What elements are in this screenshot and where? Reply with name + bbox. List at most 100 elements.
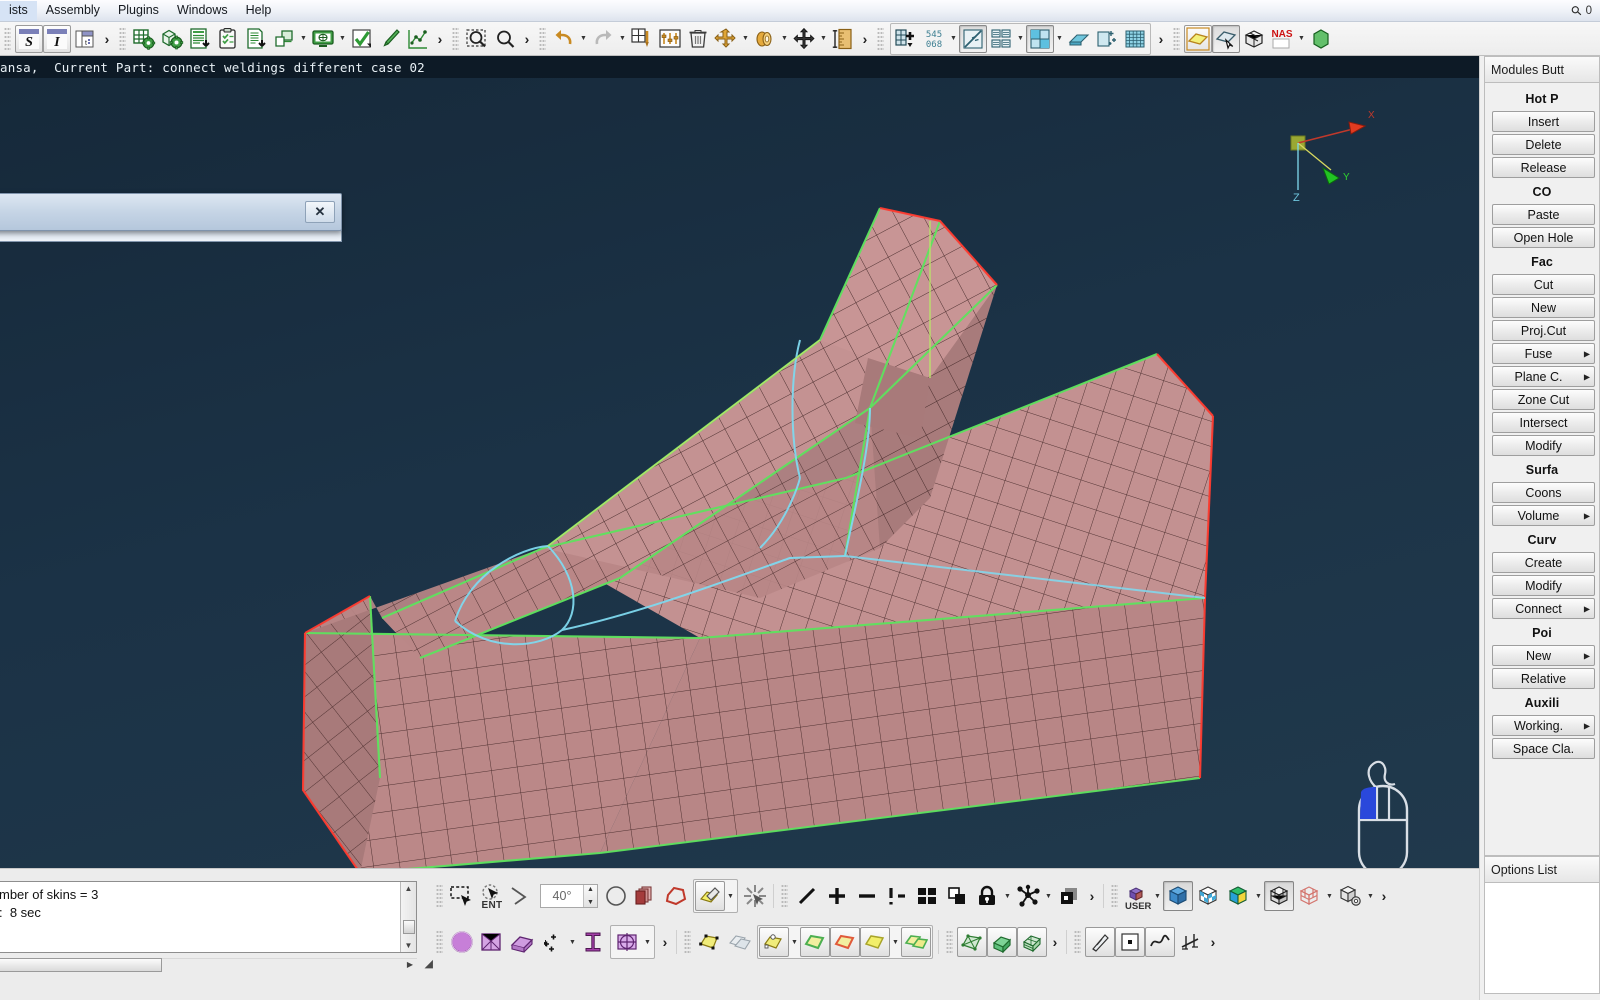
- console-hscroll-track[interactable]: ▶: [162, 958, 417, 972]
- move-dropdown-arrow[interactable]: ▼: [740, 26, 751, 52]
- spinner-up-icon[interactable]: ▲: [587, 885, 594, 894]
- bottom-grip-7[interactable]: [1074, 930, 1081, 954]
- polygon-select-icon[interactable]: [661, 881, 691, 911]
- zoom-window-icon[interactable]: [463, 25, 491, 53]
- paint-brush-icon[interactable]: [376, 25, 404, 53]
- mesh-settings-icon[interactable]: [130, 25, 158, 53]
- bold-s-button[interactable]: S: [15, 24, 43, 53]
- section-cut-icon[interactable]: [612, 927, 642, 957]
- geometry-settings-icon[interactable]: [158, 25, 186, 53]
- nodes-icon[interactable]: [1013, 881, 1043, 911]
- toolbar-grip-2[interactable]: [119, 26, 126, 51]
- hotpoint-insert-button[interactable]: Insert: [1492, 111, 1595, 132]
- options-list-body[interactable]: [1484, 882, 1600, 994]
- toolbar-overflow-3[interactable]: ›: [519, 31, 535, 47]
- cons-paste-button[interactable]: Paste: [1492, 204, 1595, 225]
- translate-dropdown-arrow[interactable]: ▼: [818, 26, 829, 52]
- copy-part-icon[interactable]: [270, 25, 298, 53]
- measure-icon[interactable]: [829, 25, 857, 53]
- hscroll-right-icon[interactable]: ▶: [407, 960, 413, 969]
- curves-connect-button[interactable]: Connect ▶: [1492, 598, 1595, 619]
- wireframe-cube-icon[interactable]: [1240, 25, 1268, 53]
- solid-mesh-icon[interactable]: [987, 927, 1017, 957]
- minus-icon[interactable]: [852, 881, 882, 911]
- toolbar-overflow-1[interactable]: ›: [99, 31, 115, 47]
- toolbar-grip[interactable]: [4, 26, 11, 51]
- scroll-down-icon[interactable]: ▼: [405, 939, 413, 952]
- sphere-icon[interactable]: [447, 927, 477, 957]
- hotpoint-delete-button[interactable]: Delete: [1492, 134, 1595, 155]
- pencil-measure-icon[interactable]: [1085, 927, 1115, 957]
- element-count-icon[interactable]: 545 068: [920, 25, 948, 53]
- undo-dropdown-arrow[interactable]: ▼: [578, 26, 589, 52]
- cube-settings-icon[interactable]: [1335, 881, 1365, 911]
- curves-modify-button[interactable]: Modify: [1492, 575, 1595, 596]
- toolbar-overflow-2[interactable]: ›: [432, 31, 448, 47]
- aux-space-claim-button[interactable]: Space Cla.: [1492, 738, 1595, 759]
- checker-cube-icon[interactable]: [1193, 881, 1223, 911]
- spinner-down-icon[interactable]: ▼: [587, 898, 594, 907]
- report-export-icon[interactable]: [186, 25, 214, 53]
- toolbar-overflow-5[interactable]: ›: [1153, 31, 1169, 47]
- undo-icon[interactable]: [550, 25, 578, 53]
- lock-dropdown-arrow[interactable]: ▼: [1002, 883, 1013, 909]
- bottom-grip-5[interactable]: [684, 930, 691, 954]
- delete-trash-icon[interactable]: [684, 25, 712, 53]
- redo-icon[interactable]: [589, 25, 617, 53]
- element-count-dropdown-arrow[interactable]: ▼: [948, 26, 959, 52]
- move-points-dropdown-arrow[interactable]: ▼: [567, 929, 578, 955]
- toolbar-grip-3[interactable]: [452, 26, 459, 51]
- options-list-tab[interactable]: Options List: [1484, 856, 1600, 882]
- red-wireframe-dropdown-arrow[interactable]: ▼: [1324, 883, 1335, 909]
- curves-create-button[interactable]: Create: [1492, 552, 1595, 573]
- layers-icon[interactable]: [1054, 881, 1084, 911]
- pick-surface-icon[interactable]: [1212, 24, 1240, 53]
- hotpoint-face-dropdown-arrow[interactable]: ▼: [789, 929, 800, 955]
- faces-fuse-button[interactable]: Fuse ▶: [1492, 343, 1595, 364]
- add-node-icon[interactable]: [892, 25, 920, 53]
- section-cut-dropdown-arrow[interactable]: ▼: [642, 929, 653, 955]
- points-relative-button[interactable]: Relative: [1492, 668, 1595, 689]
- user-view-icon[interactable]: USER: [1122, 881, 1152, 912]
- box-select-icon[interactable]: [631, 881, 661, 911]
- quad-split-dropdown-arrow[interactable]: ▼: [1054, 26, 1065, 52]
- colored-cube-dropdown-arrow[interactable]: ▼: [1253, 883, 1264, 909]
- prism-icon[interactable]: [507, 927, 537, 957]
- group-icon[interactable]: [942, 881, 972, 911]
- page-layout-button[interactable]: t: [71, 25, 99, 53]
- checkmark-icon[interactable]: [348, 25, 376, 53]
- faces-cut-button[interactable]: Cut: [1492, 274, 1595, 295]
- box-geometry-icon[interactable]: [477, 927, 507, 957]
- mesh-edit-icon[interactable]: [628, 25, 656, 53]
- hotpoint-release-button[interactable]: Release: [1492, 157, 1595, 178]
- rectangle-select-icon[interactable]: [447, 881, 477, 911]
- scroll-up-icon[interactable]: ▲: [405, 882, 413, 895]
- move-icon[interactable]: [712, 25, 740, 53]
- green-face-icon[interactable]: [800, 927, 830, 957]
- red-face-icon[interactable]: [830, 927, 860, 957]
- surfaces-volume-button[interactable]: Volume ▶: [1492, 505, 1595, 526]
- point-square-icon[interactable]: [1115, 927, 1145, 957]
- bottom-grip-3[interactable]: [1111, 884, 1118, 908]
- circle-select-icon[interactable]: [601, 881, 631, 911]
- close-icon[interactable]: ✕: [305, 201, 335, 223]
- graph-icon[interactable]: [404, 25, 432, 53]
- bottom-overflow-3[interactable]: ›: [657, 934, 673, 950]
- nodes-dropdown-arrow[interactable]: ▼: [1043, 883, 1054, 909]
- cons-open-hole-button[interactable]: Open Hole: [1492, 227, 1595, 248]
- monitor-session-icon[interactable]: [309, 25, 337, 53]
- bottom-overflow-2[interactable]: ›: [1376, 888, 1392, 904]
- ghost-faces-icon[interactable]: [725, 927, 755, 957]
- curve-icon[interactable]: [1145, 927, 1175, 957]
- menu-item-lists[interactable]: ists: [0, 0, 37, 21]
- lock-icon[interactable]: [972, 881, 1002, 911]
- toolbar-overflow-4[interactable]: ›: [857, 31, 873, 47]
- scroll-thumb[interactable]: [403, 920, 415, 934]
- bottom-grip-4[interactable]: [436, 930, 443, 954]
- cube-settings-dropdown-arrow[interactable]: ▼: [1365, 883, 1376, 909]
- angle-spinner[interactable]: 40° ▲ ▼: [540, 884, 598, 908]
- entity-select-icon[interactable]: ENT: [477, 881, 507, 911]
- checklist-icon[interactable]: [214, 25, 242, 53]
- line-icon[interactable]: [792, 881, 822, 911]
- aux-working-plane-button[interactable]: Working. ▶: [1492, 715, 1595, 736]
